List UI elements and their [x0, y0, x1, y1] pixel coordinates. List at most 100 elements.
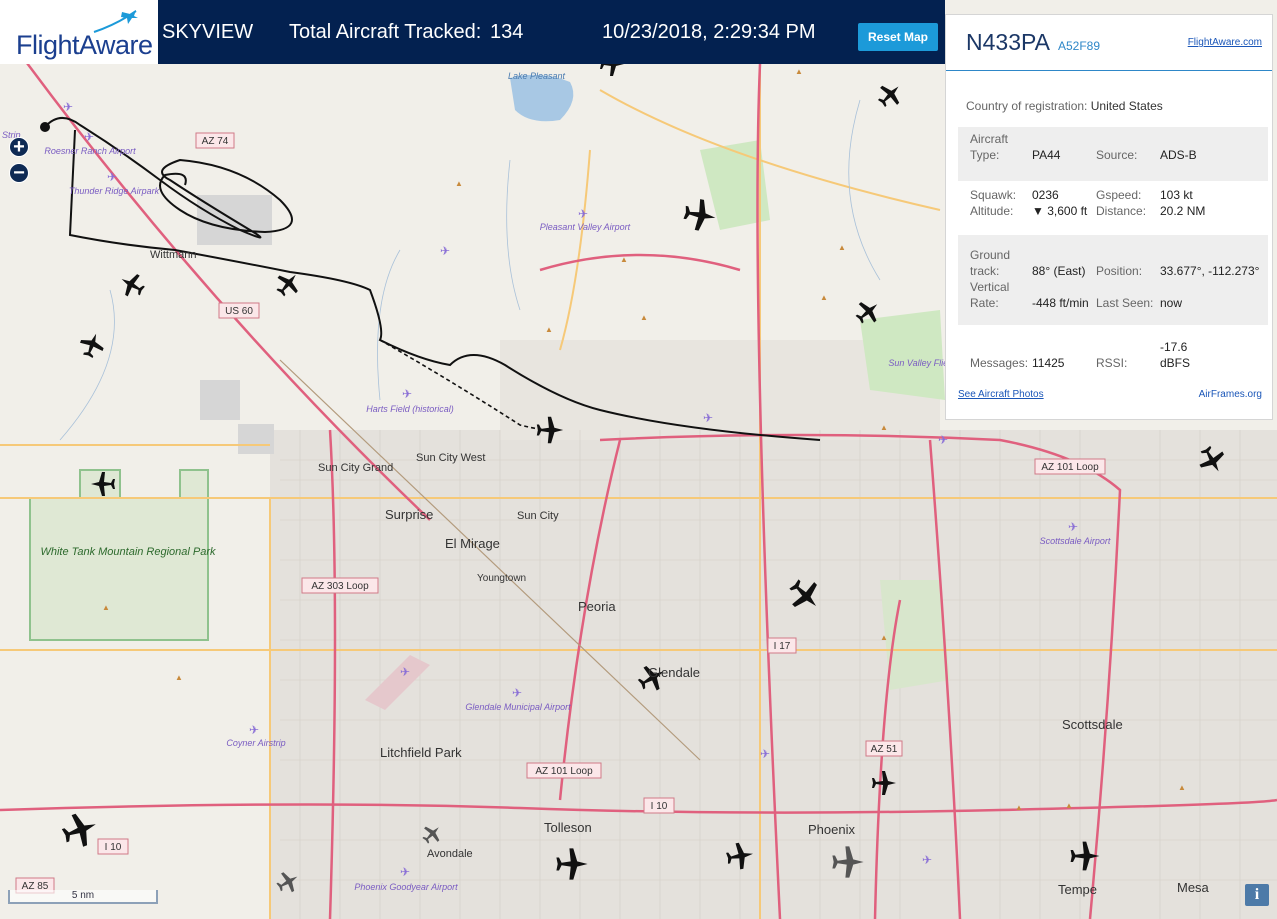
peak-icon: ▲ — [838, 243, 846, 252]
country-row: Country of registration: United States — [966, 99, 1163, 113]
place-label: Litchfield Park — [380, 745, 462, 760]
lake-label: Lake Pleasant — [508, 71, 566, 81]
airport-icon: ✈ — [1068, 520, 1078, 534]
peak-icon: ▲ — [455, 179, 463, 188]
distance-value: 20.2 NM — [1160, 204, 1206, 218]
airport-label: Pleasant Valley Airport — [540, 222, 631, 232]
place-label: Glendale — [648, 665, 700, 680]
place-label: Phoenix — [808, 822, 855, 837]
peak-icon: ▲ — [102, 603, 110, 612]
hex-code: A52F89 — [1058, 39, 1101, 53]
altitude-value: ▼ 3,600 ft — [1032, 204, 1088, 218]
type-value: PA44 — [1032, 148, 1061, 162]
place-label: Sun City Grand — [318, 462, 393, 474]
airframes-link[interactable]: AirFrames.org — [1199, 389, 1262, 400]
rssi-label: RSSI: — [1096, 356, 1128, 370]
total-aircraft-label: Total Aircraft Tracked: — [289, 21, 482, 43]
rssi-value: -17.6 dBFS — [1160, 340, 1191, 370]
squawk-label: Squawk: — [970, 188, 1017, 202]
source-value: ADS-B — [1160, 148, 1197, 162]
airport-icon: ✈ — [578, 207, 588, 221]
header-bar: FlightAware SKYVIEW Total Aircraft Track… — [0, 0, 945, 64]
flightaware-link[interactable]: FlightAware.com — [1188, 37, 1262, 48]
road-badge-label: I 17 — [774, 641, 791, 652]
airport-icon: ✈ — [107, 170, 117, 184]
panel-header: N433PA A52F89 FlightAware.com — [946, 15, 1272, 71]
place-label: Tempe — [1058, 882, 1097, 897]
airport-label: Harts Field (historical) — [366, 404, 454, 414]
track-value: 88° (East) — [1032, 264, 1086, 278]
type-label: Aircraft Type: — [970, 132, 1009, 162]
airport-label: Coyner Airstrip — [226, 738, 285, 748]
zoom-out-button[interactable]: − — [9, 163, 29, 183]
place-label: Sun City West — [416, 452, 486, 464]
lake-pleasant — [510, 74, 574, 122]
place-label: Scottsdale — [1062, 717, 1123, 732]
peak-icon: ▲ — [795, 67, 803, 76]
logo[interactable]: FlightAware — [0, 0, 158, 64]
place-label: Peoria — [578, 599, 616, 614]
urban-area — [270, 430, 1277, 919]
country-label: Country of registration: — [966, 99, 1088, 113]
place-label: Sun City — [517, 510, 559, 522]
airport-label: Thunder Ridge Airpark — [69, 186, 160, 196]
road-badge-label: I 10 — [105, 842, 122, 853]
peak-icon: ▲ — [1015, 803, 1023, 812]
aircraft-icon — [80, 333, 104, 358]
zoom-in-button[interactable]: + — [9, 137, 29, 157]
country-value: United States — [1090, 99, 1163, 113]
squawk-block: Squawk: 0236 Gspeed: 103 kt Altitude: ▼ … — [958, 185, 1268, 233]
info-button[interactable]: i — [1245, 884, 1269, 906]
aircraft-icon — [683, 199, 716, 231]
airport-icon: ✈ — [249, 723, 259, 737]
gspeed-value: 103 kt — [1160, 188, 1193, 202]
place-label: Mesa — [1177, 880, 1210, 895]
track-start-marker — [40, 122, 50, 132]
airport-label: Scottsdale Airport — [1040, 536, 1111, 546]
road-badge-label: US 60 — [225, 306, 253, 317]
reset-map-button[interactable]: Reset Map — [858, 23, 938, 51]
peak-icon: ▲ — [175, 673, 183, 682]
airport-icon: ✈ — [922, 853, 932, 867]
squawk-value: 0236 — [1032, 188, 1059, 202]
messages-value: 11425 — [1032, 356, 1065, 370]
airport-label: Phoenix Goodyear Airport — [354, 882, 458, 892]
vrate-value: -448 ft/min — [1032, 296, 1089, 310]
track-label: Ground track: — [970, 248, 1011, 278]
aircraft-icon — [600, 64, 624, 76]
park-label: White Tank Mountain Regional Park — [40, 546, 216, 558]
place-label: Tolleson — [544, 820, 592, 835]
airport-icon: ✈ — [63, 100, 73, 114]
track-block: Ground track: 88° (East) Position: 33.67… — [958, 235, 1268, 325]
place-label: Surprise — [385, 507, 433, 522]
current-datetime: 10/23/2018, 2:29:34 PM — [602, 21, 816, 43]
messages-label: Messages: — [970, 356, 1029, 370]
peak-icon: ▲ — [880, 423, 888, 432]
logo-text: FlightAware — [16, 30, 153, 60]
land-parcel — [238, 424, 274, 454]
place-label: Youngtown — [477, 573, 526, 584]
peak-icon: ▲ — [820, 293, 828, 302]
lastseen-label: Last Seen: — [1096, 296, 1154, 310]
airport-icon: ✈ — [400, 665, 410, 679]
lastseen-value: now — [1160, 296, 1183, 310]
messages-block: Messages: 11425 RSSI: -17.6 dBFS — [958, 337, 1268, 377]
peak-icon: ▲ — [620, 255, 628, 264]
airport-label: Roesner Ranch Airport — [44, 146, 136, 156]
app-title: SKYVIEW — [162, 21, 254, 43]
place-label: El Mirage — [445, 536, 500, 551]
airport-icon: ✈ — [760, 747, 770, 761]
position-value: 33.677°, -112.273° — [1160, 264, 1260, 278]
road-badge-label: AZ 74 — [202, 136, 229, 147]
peak-icon: ▲ — [1065, 801, 1073, 810]
aircraft-photos-link[interactable]: See Aircraft Photos — [958, 389, 1044, 400]
aircraft-icon — [61, 813, 96, 847]
gspeed-label: Gspeed: — [1096, 188, 1142, 202]
aircraft-icon — [877, 85, 900, 108]
tail-number: N433PA — [966, 29, 1050, 55]
place-label: Avondale — [427, 848, 473, 860]
total-aircraft-value: 134 — [490, 21, 524, 43]
airport-icon: ✈ — [938, 433, 948, 447]
airport-icon: ✈ — [440, 244, 450, 258]
road-badge-label: AZ 101 Loop — [1041, 462, 1099, 473]
